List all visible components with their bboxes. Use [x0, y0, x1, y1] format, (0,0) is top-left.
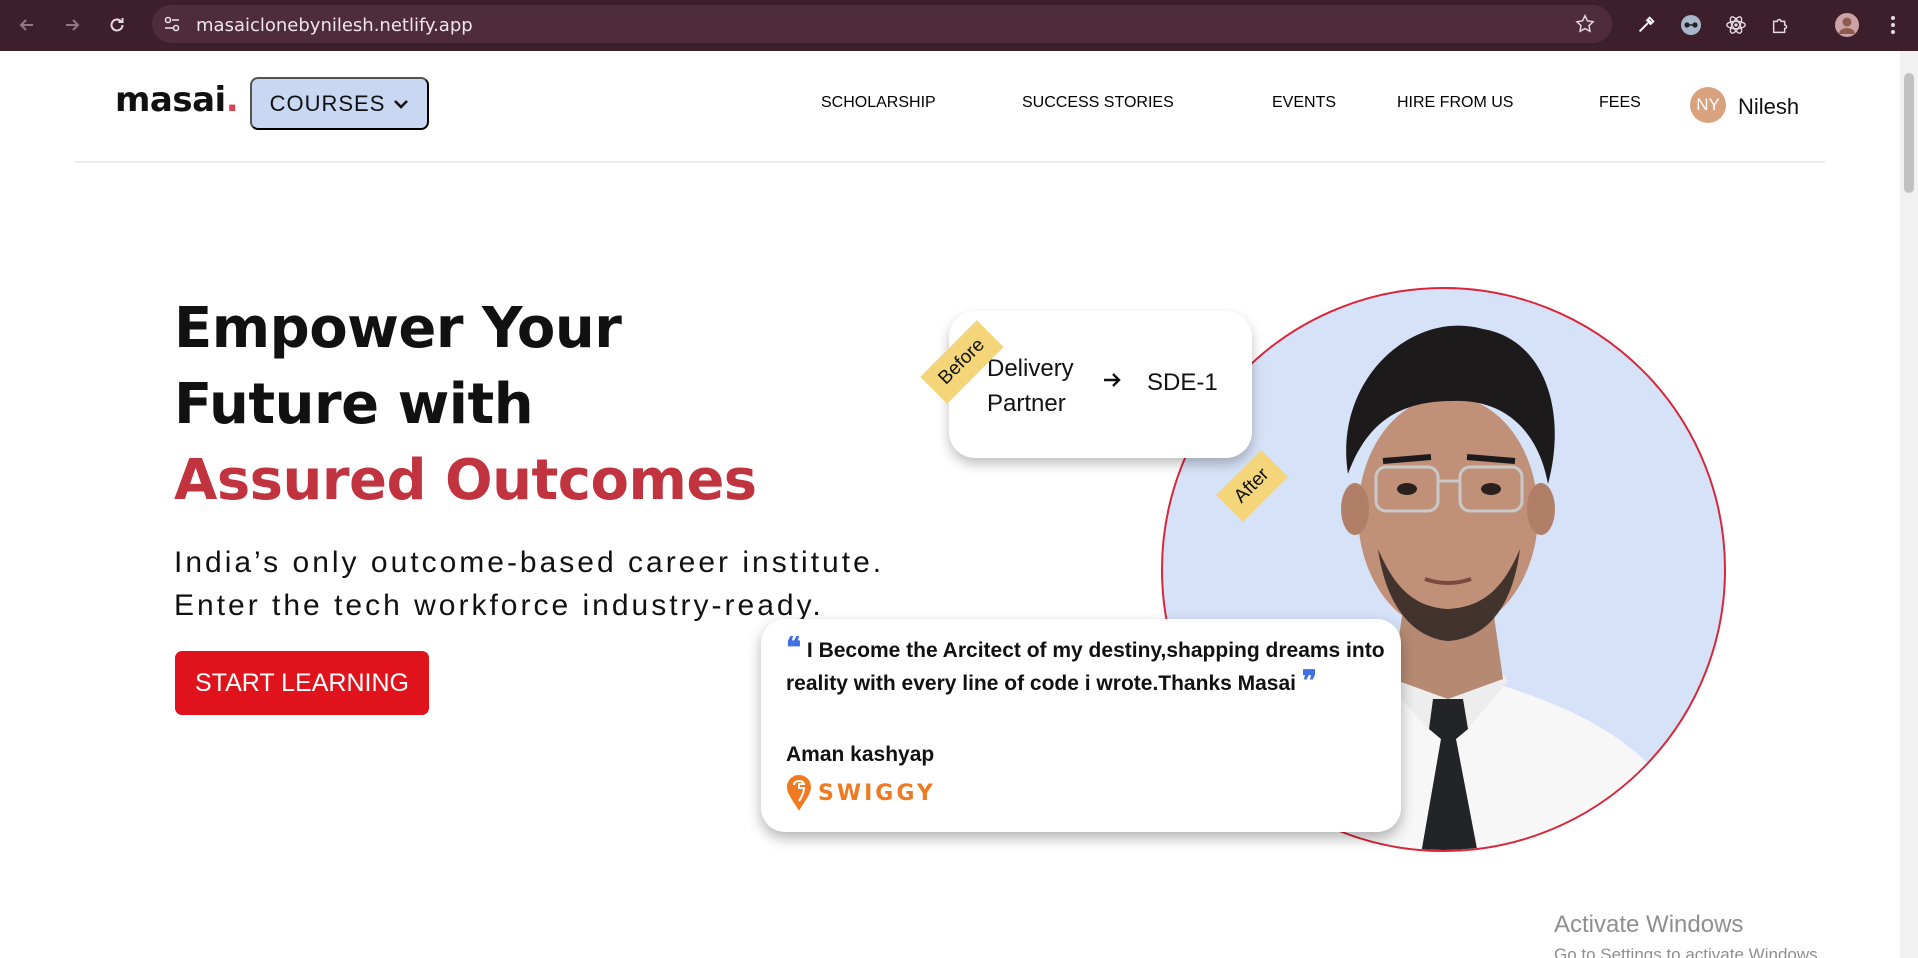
previous-role-line-2: Partner: [987, 390, 1066, 417]
eyedropper-extension-icon[interactable]: [1631, 10, 1661, 40]
masai-logo[interactable]: masai.: [115, 80, 239, 120]
open-quote-icon: ❝: [786, 631, 802, 664]
page-scrollbar[interactable]: [1900, 51, 1918, 958]
incognito-extension-icon[interactable]: [1676, 10, 1706, 40]
company-logo: SWIGGY: [786, 774, 936, 812]
site-settings-icon[interactable]: [162, 14, 182, 39]
arrow-right-icon: [1101, 369, 1123, 396]
headline-accent: Assured Outcomes: [174, 448, 757, 513]
react-devtools-icon[interactable]: [1721, 10, 1751, 40]
testimonial-author: Aman kashyap: [786, 743, 935, 766]
start-learning-button[interactable]: START LEARNING: [175, 651, 429, 715]
courses-label: COURSES: [269, 90, 386, 116]
reload-icon: [110, 18, 124, 32]
user-name[interactable]: Nilesh: [1738, 94, 1799, 120]
nav-hire-from-us[interactable]: HIRE FROM US: [1397, 94, 1513, 112]
back-button[interactable]: [12, 10, 42, 40]
extensions-puzzle-icon[interactable]: [1766, 10, 1796, 40]
url-text[interactable]: masaiclonebynilesh.netlify.app: [196, 15, 473, 36]
headline-line-1: Empower Your: [174, 296, 622, 361]
watermark-title: Activate Windows: [1554, 911, 1744, 938]
hero-headline: Empower Your Future with Assured Outcome…: [174, 291, 757, 519]
logo-text: masai: [115, 80, 226, 120]
hero-subtext: India’s only outcome-based career instit…: [174, 541, 884, 627]
scrollbar-thumb[interactable]: [1904, 73, 1914, 193]
page-viewport: masai. COURSES SCHOLARSHIP SUCCESS STORI…: [0, 51, 1900, 958]
address-bar[interactable]: masaiclonebynilesh.netlify.app: [152, 5, 1612, 43]
courses-dropdown-button[interactable]: COURSES: [250, 77, 429, 130]
nav-scholarship[interactable]: SCHOLARSHIP: [821, 94, 936, 112]
watermark-subtitle: Go to Settings to activate Windows.: [1554, 945, 1823, 958]
testimonial-quote: ❝ I Become the Arcitect of my destiny,sh…: [786, 633, 1386, 699]
nav-success-stories[interactable]: SUCCESS STORIES: [1022, 94, 1174, 112]
previous-role: Delivery Partner: [987, 351, 1074, 421]
browser-toolbar: masaiclonebynilesh.netlify.app: [0, 0, 1918, 51]
headline-line-2: Future with: [174, 372, 534, 437]
testimonial-card: ❝ I Become the Arcitect of my destiny,sh…: [761, 619, 1401, 832]
nav-events[interactable]: EVENTS: [1272, 94, 1336, 112]
nav-fees[interactable]: FEES: [1599, 94, 1641, 112]
forward-button[interactable]: [57, 10, 87, 40]
company-name: SWIGGY: [818, 780, 936, 806]
career-transition-card: Delivery Partner SDE-1: [949, 311, 1252, 458]
testimonial-text: I Become the Arcitect of my destiny,shap…: [786, 639, 1385, 695]
user-avatar[interactable]: NY: [1690, 87, 1726, 123]
forward-arrow-icon: [66, 19, 80, 31]
profile-avatar-icon[interactable]: [1832, 10, 1862, 40]
subtext-line-1: India’s only outcome-based career instit…: [174, 546, 885, 579]
bookmark-star-icon[interactable]: [1574, 13, 1596, 40]
close-quote-icon: ❞: [1301, 664, 1317, 697]
swiggy-pin-icon: [787, 775, 811, 811]
browser-menu-icon[interactable]: [1878, 10, 1908, 40]
previous-role-line-1: Delivery: [987, 355, 1074, 382]
activate-windows-watermark: Activate Windows Go to Settings to activ…: [1554, 911, 1822, 958]
header-divider: [75, 161, 1825, 163]
chevron-down-icon: [394, 99, 409, 109]
reload-button[interactable]: [102, 10, 132, 40]
new-role: SDE-1: [1147, 369, 1218, 396]
logo-dot: .: [225, 80, 239, 120]
back-arrow-icon: [19, 19, 33, 31]
